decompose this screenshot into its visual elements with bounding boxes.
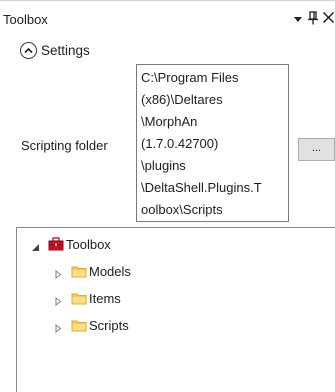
tree-node-toolbox[interactable]: Toolbox (31, 235, 111, 253)
collapsed-triangle-icon[interactable] (54, 267, 63, 279)
panel-title: Toolbox (3, 12, 48, 27)
tree-node-label: Items (89, 290, 121, 306)
folder-path-line: \DeltaShell.Plugins.T (141, 180, 262, 195)
folder-icon (71, 291, 87, 305)
folder-icon (71, 264, 87, 278)
close-icon[interactable] (322, 11, 335, 24)
folder-path-line: \plugins (141, 158, 186, 173)
tree-node-label: Models (89, 263, 131, 279)
folder-path-line: oolbox\Scripts (141, 202, 223, 217)
pin-icon[interactable] (308, 11, 318, 25)
folder-path-line: C:\Program Files (141, 70, 239, 85)
panel-titlebar: Toolbox (0, 1, 335, 27)
settings-expander[interactable]: Settings (20, 40, 90, 60)
folder-path-line: (x86)\Deltares (141, 92, 223, 107)
folder-icon (71, 318, 87, 332)
tree-node-scripts[interactable]: Scripts (54, 316, 129, 334)
settings-label: Settings (41, 42, 90, 58)
expanded-triangle-icon[interactable] (31, 240, 40, 251)
scripting-folder-field[interactable]: C:\Program Files (x86)\Deltares \MorphAn… (136, 64, 289, 222)
tree-node-label: Scripts (89, 317, 129, 333)
window-position-dropdown-icon[interactable] (294, 17, 302, 22)
scripting-folder-label: Scripting folder (21, 138, 108, 153)
collapsed-triangle-icon[interactable] (54, 294, 63, 306)
tree-node-label: Toolbox (66, 236, 111, 252)
folder-path-line: (1.7.0.42700) (141, 136, 219, 151)
tree-node-models[interactable]: Models (54, 262, 131, 280)
folder-path-line: \MorphAn (141, 114, 198, 129)
browse-folder-button[interactable]: ... (298, 138, 335, 161)
toolbox-icon (48, 237, 64, 251)
collapsed-triangle-icon[interactable] (54, 321, 63, 333)
collapse-chevron-icon (20, 41, 37, 59)
tree-node-items[interactable]: Items (54, 289, 121, 307)
toolbox-tree[interactable]: Toolbox Models Items Scripts (16, 227, 335, 392)
